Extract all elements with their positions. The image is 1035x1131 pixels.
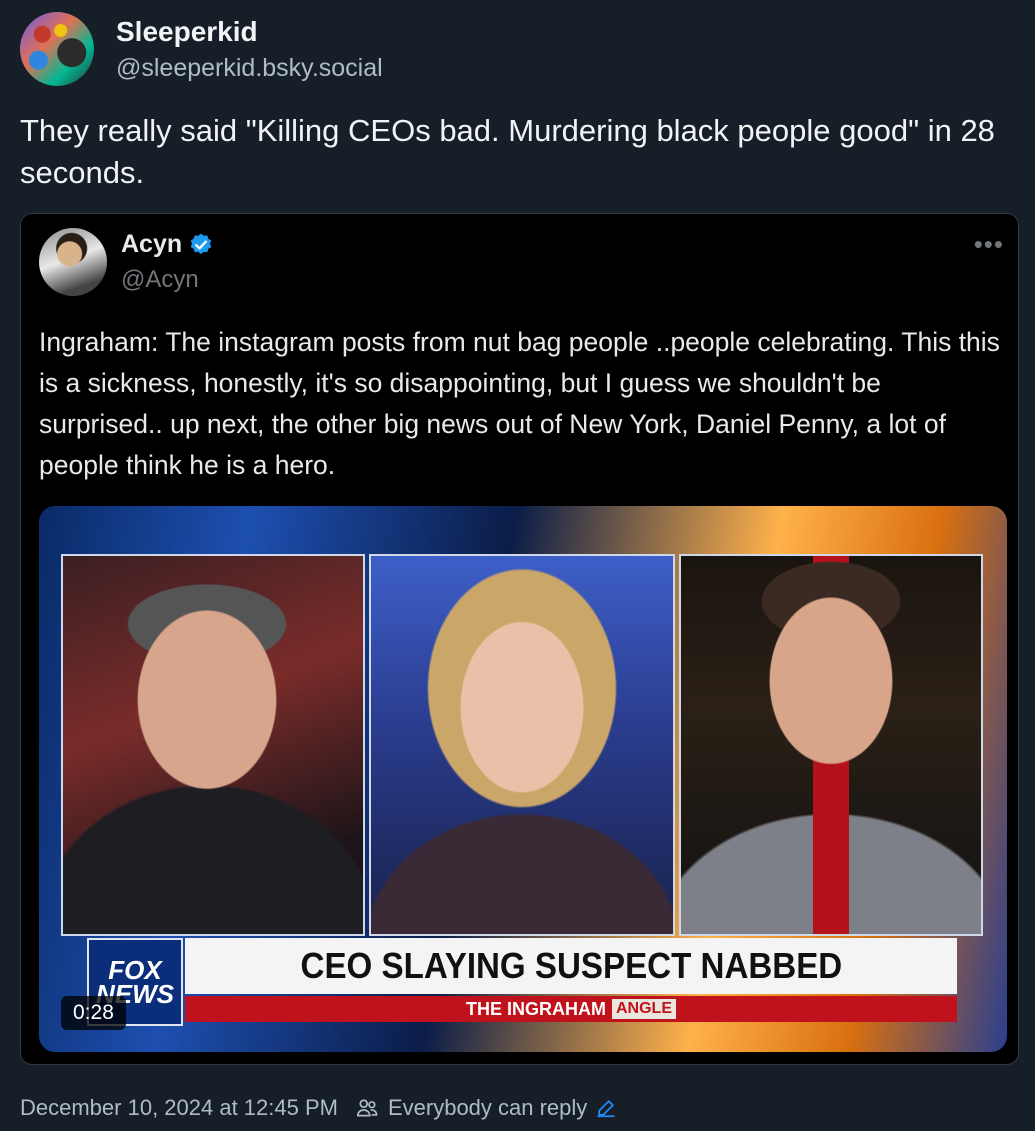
author-display-name[interactable]: Sleeperkid — [116, 16, 258, 48]
show-name-prefix: THE INGRAHAM — [466, 998, 606, 1019]
quoted-display-name: Acyn — [121, 230, 183, 258]
show-name-bar: THE INGRAHAM ANGLE — [185, 996, 957, 1022]
quoted-author-name[interactable]: Acyn — [121, 230, 214, 259]
news-headline: CEO SLAYING SUSPECT NABBED — [300, 945, 842, 986]
quoted-handle: @Acyn — [121, 266, 199, 293]
post: Sleeperkid @sleeperkid.bsky.social They … — [0, 0, 1035, 1131]
post-text: They really said "Killing CEOs bad. Murd… — [20, 113, 995, 190]
video-panel-host — [369, 554, 675, 936]
post-timestamp[interactable]: December 10, 2024 at 12:45 PM — [20, 1095, 338, 1121]
quoted-avatar[interactable] — [39, 228, 107, 296]
reply-setting[interactable]: Everybody can reply — [388, 1095, 587, 1121]
video-player[interactable]: FOX NEWS CEO SLAYING SUSPECT NABBED THE … — [39, 506, 1007, 1052]
quoted-post[interactable]: Acyn @Acyn ••• Ingraham: The instagram p… — [20, 213, 1019, 1065]
more-options-icon[interactable]: ••• — [974, 231, 1004, 257]
people-icon — [356, 1099, 378, 1117]
video-panel-left-guest — [61, 554, 365, 936]
avatar[interactable] — [20, 12, 94, 86]
author-handle[interactable]: @sleeperkid.bsky.social — [116, 54, 383, 83]
headline-bar: CEO SLAYING SUSPECT NABBED — [185, 938, 957, 994]
show-name-suffix: ANGLE — [612, 999, 676, 1019]
post-footer: December 10, 2024 at 12:45 PM Everybody … — [20, 1090, 617, 1126]
verified-badge-icon — [190, 233, 212, 254]
edit-pencil-icon[interactable] — [595, 1097, 617, 1119]
quoted-text: Ingraham: The instagram posts from nut b… — [39, 327, 1000, 480]
video-duration: 0:28 — [61, 996, 126, 1030]
news-lower-third: FOX NEWS CEO SLAYING SUSPECT NABBED THE … — [87, 934, 957, 1026]
video-panel-right-guest — [679, 554, 983, 936]
